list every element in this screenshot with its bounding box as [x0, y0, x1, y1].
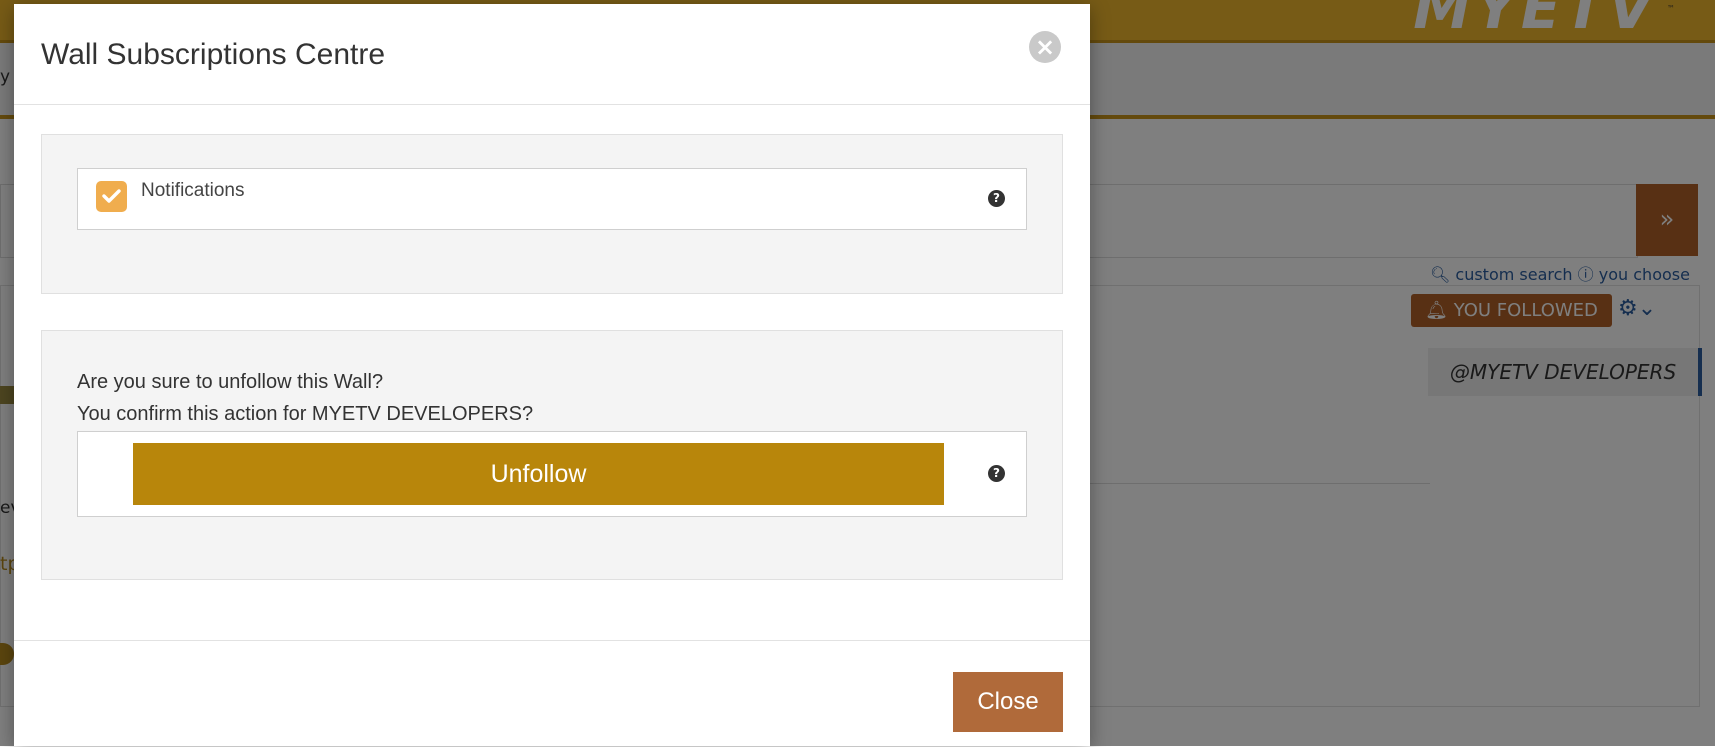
- notifications-section: Notifications ?: [41, 134, 1063, 294]
- modal-footer: Close: [14, 640, 1090, 747]
- notifications-label: Notifications: [141, 180, 245, 201]
- close-button[interactable]: Close: [953, 672, 1063, 732]
- notifications-field: Notifications ?: [77, 168, 1027, 230]
- question-help-icon[interactable]: ?: [988, 465, 1005, 482]
- modal-header: Wall Subscriptions Centre ×: [14, 4, 1090, 105]
- checkmark-icon: [102, 189, 121, 203]
- notifications-checkbox[interactable]: [96, 181, 127, 212]
- unfollow-section: Are you sure to unfollow this Wall? You …: [41, 330, 1063, 580]
- unfollow-question: Are you sure to unfollow this Wall?: [77, 371, 384, 393]
- modal-title: Wall Subscriptions Centre: [41, 38, 386, 71]
- close-icon[interactable]: ×: [1029, 31, 1061, 63]
- subscriptions-modal: Wall Subscriptions Centre × Notification…: [14, 4, 1090, 746]
- unfollow-confirm-text: You confirm this action for MYETV DEVELO…: [77, 403, 534, 425]
- unfollow-button[interactable]: Unfollow: [133, 443, 944, 505]
- question-help-icon[interactable]: ?: [988, 190, 1005, 207]
- unfollow-field: Unfollow ?: [77, 431, 1027, 517]
